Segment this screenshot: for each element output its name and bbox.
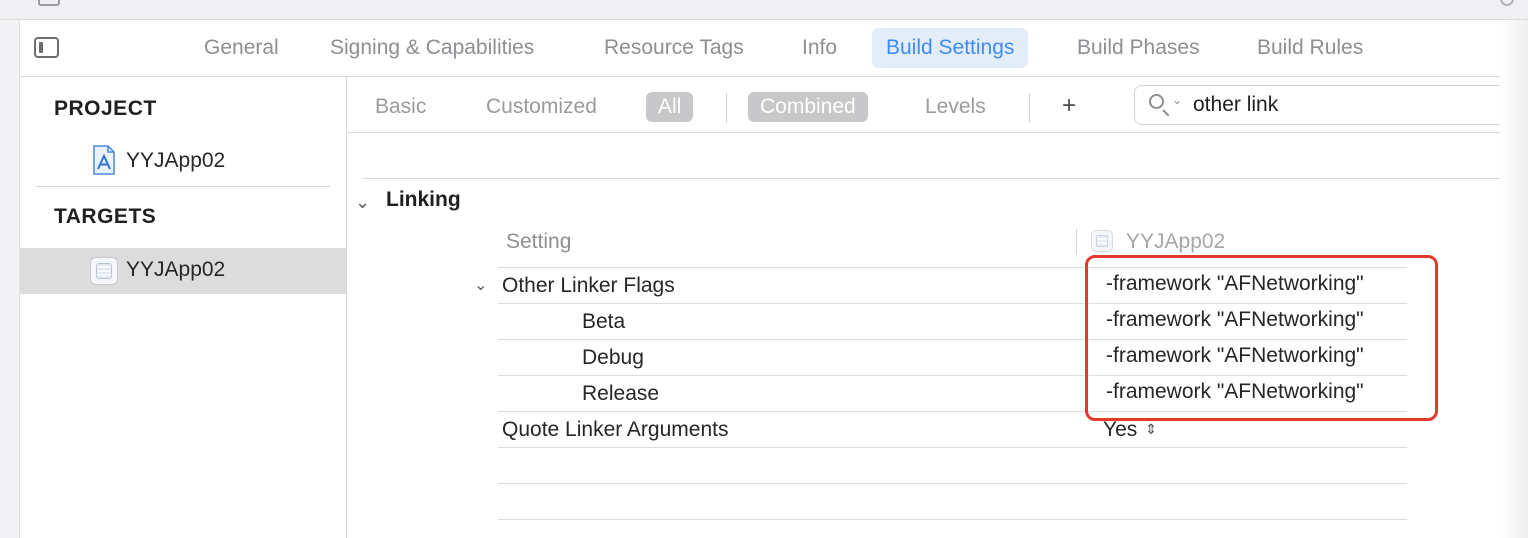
filter-divider (1029, 93, 1030, 123)
sidebar-item-project[interactable]: YYJApp02 (20, 139, 346, 185)
annotation-highlight-box (1085, 255, 1438, 421)
window-titlebar (0, 0, 1528, 20)
window-icon (38, 0, 60, 6)
filter-combined[interactable]: Combined (748, 92, 868, 122)
window-edge-shadow (1500, 20, 1528, 538)
row-divider (498, 483, 1407, 484)
search-field[interactable]: ⌄ × (1134, 85, 1528, 125)
tab-general[interactable]: General (190, 28, 293, 68)
build-settings-filter-bar: Basic Customized All Combined Levels + ⌄… (347, 77, 1528, 133)
value-yes: Yes (1103, 418, 1138, 441)
tab-build-rules[interactable]: Build Rules (1243, 28, 1377, 68)
filter-customized[interactable]: Customized (474, 92, 609, 122)
titlebar-add-icon[interactable] (1500, 0, 1514, 6)
filter-levels[interactable]: Levels (913, 92, 998, 122)
search-input[interactable] (1193, 92, 1493, 118)
navigator-edge (0, 20, 20, 538)
tab-info[interactable]: Info (788, 28, 851, 68)
target-name: YYJApp02 (126, 258, 226, 281)
setting-release[interactable]: Release (582, 382, 659, 406)
filter-divider (726, 93, 727, 123)
editor-tab-bar: General Signing & Capabilities Resource … (20, 20, 1500, 77)
setting-other-linker-flags[interactable]: Other Linker Flags (502, 274, 675, 298)
xcodeproj-icon (93, 145, 115, 175)
add-setting-button[interactable]: + (1062, 91, 1076, 121)
app-target-icon (90, 257, 118, 285)
chevron-down-icon[interactable]: ⌄ (1172, 93, 1182, 107)
column-header-setting: Setting (506, 230, 572, 253)
project-header: PROJECT (54, 97, 157, 120)
tab-signing-capabilities[interactable]: Signing & Capabilities (316, 28, 548, 68)
sidebar-toggle-icon[interactable] (34, 37, 59, 58)
setting-beta[interactable]: Beta (582, 310, 625, 334)
target-column-icon (1091, 230, 1113, 252)
targets-header: TARGETS (54, 205, 157, 228)
tab-resource-tags[interactable]: Resource Tags (590, 28, 758, 68)
row-divider (498, 447, 1407, 448)
setting-quote-linker-arguments[interactable]: Quote Linker Arguments (502, 418, 728, 442)
section-title-linking: Linking (386, 188, 461, 211)
column-header-target: YYJApp02 (1126, 230, 1226, 253)
row-divider (498, 519, 1407, 520)
filter-basic[interactable]: Basic (363, 92, 438, 122)
stepper-icon[interactable]: ⇕ (1145, 421, 1157, 437)
sidebar-item-target[interactable]: YYJApp02 (20, 248, 346, 294)
filter-all[interactable]: All (646, 92, 694, 122)
tab-build-phases[interactable]: Build Phases (1063, 28, 1214, 68)
search-icon[interactable] (1149, 94, 1164, 109)
project-target-sidebar: PROJECT YYJApp02 TARGETS YYJApp02 (20, 77, 347, 538)
setting-debug[interactable]: Debug (582, 346, 644, 370)
setting-value-quote-linker-arguments[interactable]: Yes ⇕ (1103, 418, 1157, 442)
content-divider (363, 178, 1528, 179)
project-name: YYJApp02 (126, 149, 226, 172)
sidebar-divider (36, 186, 330, 187)
column-divider (1076, 229, 1077, 255)
row-expand-chevron-icon[interactable]: ⌄ (474, 275, 487, 295)
tab-build-settings[interactable]: Build Settings (872, 28, 1029, 68)
section-collapse-chevron-icon[interactable]: ⌄ (355, 192, 370, 213)
